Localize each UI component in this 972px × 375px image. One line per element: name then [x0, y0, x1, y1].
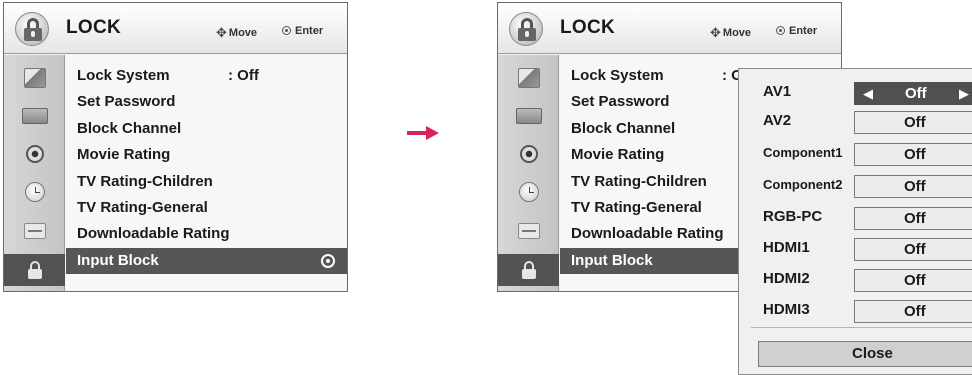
move-hint: ✥ Move [710, 25, 752, 40]
menu-item-label: TV Rating-General [77, 199, 208, 216]
sidebar-screen-tab[interactable] [502, 100, 555, 132]
input-block-popup: AV1 ◀ Off ▶ AV2 Off Component1 Off Compo… [738, 68, 972, 375]
menu-item-label: Input Block [571, 252, 653, 269]
popup-row-component2: Component2 Off [739, 170, 972, 200]
popup-row-hdmi1: HDMI1 Off [739, 233, 972, 263]
menu-item-label: Set Password [571, 93, 670, 110]
menu-title: LOCK [66, 17, 122, 38]
sidebar-audio-tab[interactable] [502, 138, 555, 170]
menu-item-label: Set Password [77, 93, 176, 110]
menu-item-label: Block Channel [571, 120, 676, 137]
menu-item-label: TV Rating-General [571, 199, 702, 216]
screen-icon [515, 108, 542, 124]
option-icon [23, 223, 46, 239]
sidebar-time-tab[interactable] [8, 176, 61, 208]
picture-icon [517, 68, 540, 88]
sidebar-lock-tab[interactable] [4, 254, 65, 286]
lock-menu-before: LOCK ✥ Move Enter Lock System : Off Set P… [3, 2, 348, 292]
enter-icon [282, 26, 291, 35]
sidebar-picture-tab[interactable] [8, 62, 61, 94]
audio-icon [519, 145, 538, 163]
audio-icon [25, 145, 44, 163]
lock-icon [27, 261, 42, 279]
sidebar-screen-tab[interactable] [8, 100, 61, 132]
menu-item-label: TV Rating-Children [77, 173, 213, 190]
input-value-selector[interactable]: Off [854, 175, 972, 198]
category-sidebar [498, 55, 559, 291]
input-value-selector[interactable]: Off [854, 269, 972, 292]
sidebar-lock-tab[interactable] [498, 254, 559, 286]
menu-item-label: Lock System [571, 67, 664, 84]
input-label: AV1 [763, 83, 792, 100]
lock-icon [521, 261, 536, 279]
menu-item-label: Movie Rating [77, 146, 171, 163]
menu-items: Lock System : Off Set Password Block Cha… [66, 55, 347, 291]
input-value-selector[interactable]: Off [854, 111, 972, 134]
menu-item-label: Lock System [77, 67, 170, 84]
close-button[interactable]: Close [758, 341, 972, 367]
input-value-selector[interactable]: Off [854, 238, 972, 261]
menu-item-downloadable-rating[interactable]: Downloadable Rating [66, 221, 347, 247]
menu-item-label: Input Block [77, 252, 159, 269]
enter-icon [776, 26, 785, 35]
menu-item-label: Downloadable Rating [77, 225, 230, 242]
input-label: Component2 [763, 177, 843, 192]
menu-item-movie-rating[interactable]: Movie Rating [66, 142, 347, 168]
lock-icon [509, 12, 543, 46]
menu-item-lock-system[interactable]: Lock System : Off [66, 63, 347, 89]
input-value: Off [905, 85, 927, 102]
select-icon [321, 254, 335, 268]
arrow-right-icon[interactable]: ▶ [959, 83, 969, 104]
time-icon [518, 182, 539, 202]
menu-header: LOCK ✥ Move Enter [498, 3, 841, 54]
input-label: HDMI3 [763, 301, 810, 318]
menu-header: LOCK ✥ Move Enter [4, 3, 347, 54]
menu-item-label: Block Channel [77, 120, 182, 137]
move-hint: ✥ Move [216, 25, 258, 40]
option-icon [517, 223, 540, 239]
input-label: HDMI2 [763, 270, 810, 287]
lock-icon [15, 12, 49, 46]
input-label: HDMI1 [763, 239, 810, 256]
menu-item-label: Movie Rating [571, 146, 665, 163]
popup-row-hdmi2: HDMI2 Off [739, 264, 972, 294]
sidebar-option-tab[interactable] [8, 215, 61, 247]
menu-item-block-channel[interactable]: Block Channel [66, 116, 347, 142]
time-icon [24, 182, 45, 202]
arrow-left-icon[interactable]: ◀ [863, 83, 873, 104]
input-value-selector[interactable]: Off [854, 143, 972, 166]
popup-row-av1: AV1 ◀ Off ▶ [739, 77, 972, 107]
transition-arrow-icon [407, 126, 439, 140]
sidebar-picture-tab[interactable] [502, 62, 555, 94]
input-label: RGB-PC [763, 208, 823, 225]
enter-hint: Enter [282, 25, 323, 37]
screen-icon [21, 108, 48, 124]
input-value-selector[interactable]: Off [854, 300, 972, 323]
menu-item-tv-rating-children[interactable]: TV Rating-Children [66, 169, 347, 195]
menu-item-set-password[interactable]: Set Password [66, 89, 347, 115]
menu-item-label: Downloadable Rating [571, 225, 724, 242]
popup-row-rgb-pc: RGB-PC Off [739, 202, 972, 232]
popup-row-hdmi3: HDMI3 Off [739, 295, 972, 325]
menu-item-input-block[interactable]: Input Block [66, 248, 347, 274]
popup-row-av2: AV2 Off [739, 106, 972, 136]
enter-hint: Enter [776, 25, 817, 37]
category-sidebar [4, 55, 65, 291]
sidebar-audio-tab[interactable] [8, 138, 61, 170]
move-arrows-icon: ✥ [710, 25, 721, 40]
menu-title: LOCK [560, 17, 616, 38]
sidebar-time-tab[interactable] [502, 176, 555, 208]
input-value-selector[interactable]: ◀ Off ▶ [854, 82, 972, 105]
picture-icon [23, 68, 46, 88]
popup-row-component1: Component1 Off [739, 138, 972, 168]
divider [751, 327, 972, 328]
input-label: AV2 [763, 112, 792, 129]
move-arrows-icon: ✥ [216, 25, 227, 40]
menu-item-label: TV Rating-Children [571, 173, 707, 190]
input-value-selector[interactable]: Off [854, 207, 972, 230]
lock-system-value: : Off [228, 67, 259, 84]
menu-item-tv-rating-general[interactable]: TV Rating-General [66, 195, 347, 221]
input-label: Component1 [763, 145, 843, 160]
sidebar-option-tab[interactable] [502, 215, 555, 247]
